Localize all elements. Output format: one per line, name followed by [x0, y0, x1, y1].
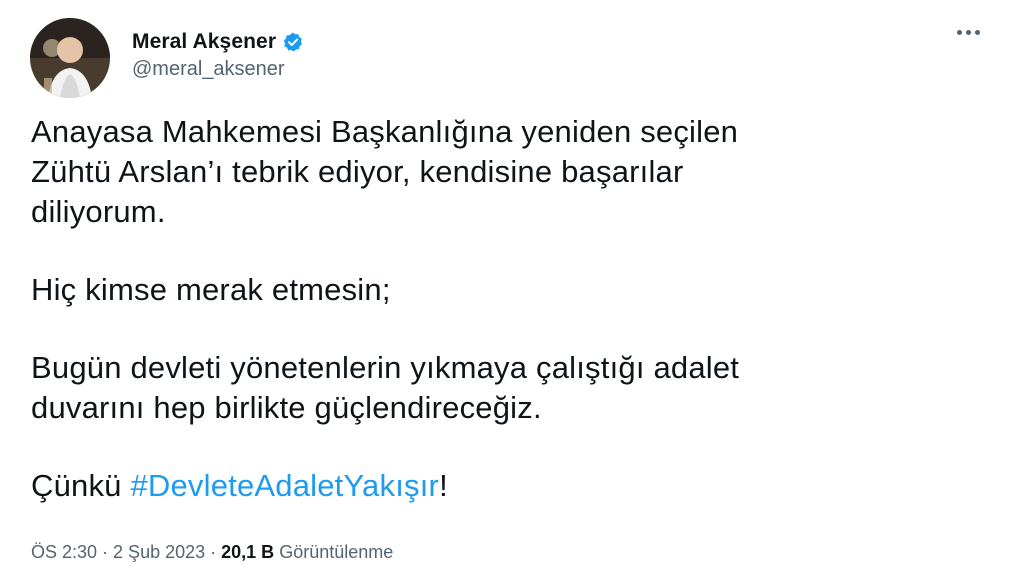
tweet-meta: ÖS 2:30 · 2 Şub 2023 · 20,1 B Görüntülen…	[31, 542, 393, 563]
tweet-line: Anayasa Mahkemesi Başkanlığına yeniden s…	[31, 114, 739, 149]
avatar[interactable]	[30, 18, 110, 98]
more-dot	[966, 30, 971, 35]
tweet-line-hashtag: Çünkü #DevleteAdaletYakışır!	[31, 466, 971, 506]
avatar-image	[30, 18, 110, 98]
tweet-text-prefix: Çünkü	[31, 468, 131, 503]
tweet-line: Hiç kimse merak etmesin;	[31, 272, 391, 307]
tweet-line: Bugün devleti yönetenlerin yıkmaya çalış…	[31, 350, 740, 385]
hashtag-link[interactable]: #DevleteAdaletYakışır	[130, 468, 439, 503]
tweet-date[interactable]: 2 Şub 2023	[113, 542, 205, 562]
user-block: Meral Akşener @meral_aksener	[132, 30, 304, 81]
tweet-line: duvarını hep birlikte güçlendireceğiz.	[31, 390, 542, 425]
tweet-text: Anayasa Mahkemesi Başkanlığına yeniden s…	[31, 112, 971, 506]
verified-badge-icon	[282, 31, 304, 53]
tweet-header: Meral Akşener @meral_aksener	[30, 18, 304, 98]
meta-separator: ·	[205, 542, 222, 562]
meta-separator: ·	[97, 542, 114, 562]
tweet-line: Zühtü Arslan’ı tebrik ediyor, kendisine …	[31, 154, 684, 189]
views-count[interactable]: 20,1 B	[221, 542, 274, 562]
tweet-time[interactable]: ÖS 2:30	[31, 542, 97, 562]
tweet-text-suffix: !	[439, 468, 448, 503]
more-dot	[957, 30, 962, 35]
tweet-line: diliyorum.	[31, 194, 166, 229]
views-label: Görüntülenme	[274, 542, 394, 562]
display-name[interactable]: Meral Akşener	[132, 30, 276, 54]
tweet-card: Meral Akşener @meral_aksener Anayasa Mah…	[0, 0, 1024, 576]
more-options-icon[interactable]	[957, 30, 980, 35]
more-dot	[975, 30, 980, 35]
user-handle[interactable]: @meral_aksener	[132, 58, 304, 81]
name-row: Meral Akşener	[132, 30, 304, 54]
